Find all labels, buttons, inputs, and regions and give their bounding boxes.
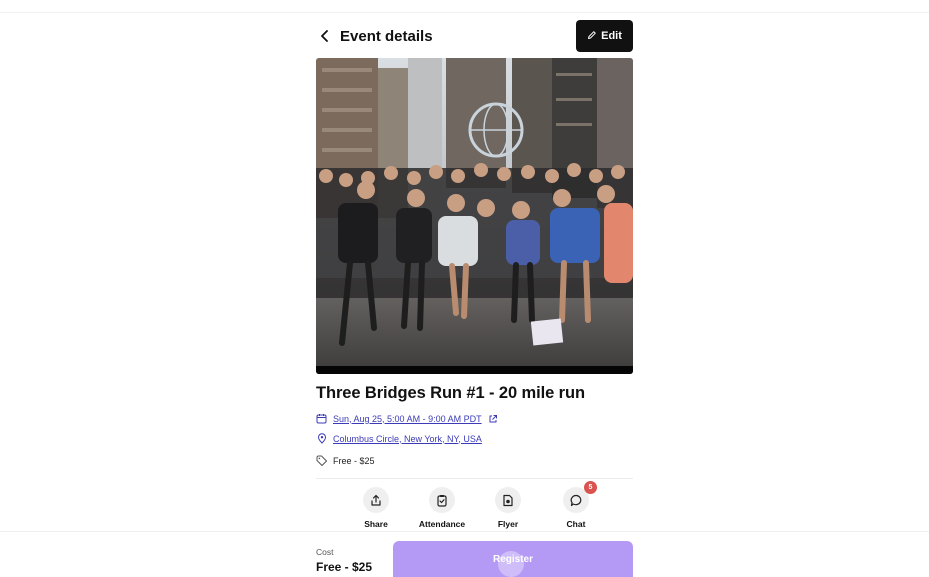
- attendance-label: Attendance: [418, 519, 466, 529]
- attendance-button[interactable]: Attendance: [412, 487, 472, 529]
- edit-button-label: Edit: [601, 30, 622, 42]
- chat-button[interactable]: 5 Chat: [546, 481, 606, 529]
- chat-icon: 5: [563, 481, 597, 513]
- location-pin-icon: [316, 433, 327, 444]
- event-price: Free - $25: [333, 455, 375, 466]
- action-bar: Share Attendance Flyer 5 Chat: [346, 481, 606, 531]
- cost-label: Cost: [316, 547, 334, 557]
- event-datetime-row: Sun, Aug 25, 5:00 AM - 9:00 AM PDT: [316, 413, 499, 424]
- pencil-icon: [587, 30, 597, 43]
- flyer-icon: [495, 487, 521, 513]
- chat-label: Chat: [566, 519, 586, 529]
- flyer-label: Flyer: [497, 519, 519, 529]
- back-icon[interactable]: [316, 27, 334, 45]
- section-divider: [316, 478, 633, 479]
- chat-unread-badge: 5: [584, 481, 597, 494]
- click-indicator: [498, 551, 524, 577]
- event-location-link[interactable]: Columbus Circle, New York, NY, USA: [333, 434, 482, 444]
- event-photo: [316, 58, 633, 374]
- event-datetime-link[interactable]: Sun, Aug 25, 5:00 AM - 9:00 AM PDT: [333, 414, 482, 424]
- external-link-icon[interactable]: [488, 413, 499, 424]
- protest-sign: [530, 318, 564, 346]
- flyer-button[interactable]: Flyer: [478, 487, 538, 529]
- page-header: Event details Edit: [316, 20, 633, 52]
- edit-button[interactable]: Edit: [576, 20, 633, 52]
- event-price-row: Free - $25: [316, 455, 375, 466]
- top-divider: [0, 12, 929, 13]
- share-icon: [363, 487, 389, 513]
- cost-value: Free - $25: [316, 560, 373, 574]
- share-label: Share: [364, 519, 388, 529]
- event-title: Three Bridges Run #1 - 20 mile run: [316, 384, 585, 402]
- page-title: Event details: [340, 27, 433, 45]
- event-location-row: Columbus Circle, New York, NY, USA: [316, 433, 482, 444]
- clipboard-check-icon: [429, 487, 455, 513]
- calendar-icon: [316, 413, 327, 424]
- share-button[interactable]: Share: [346, 487, 406, 529]
- footer-divider: [0, 531, 929, 532]
- tag-icon: [316, 455, 327, 466]
